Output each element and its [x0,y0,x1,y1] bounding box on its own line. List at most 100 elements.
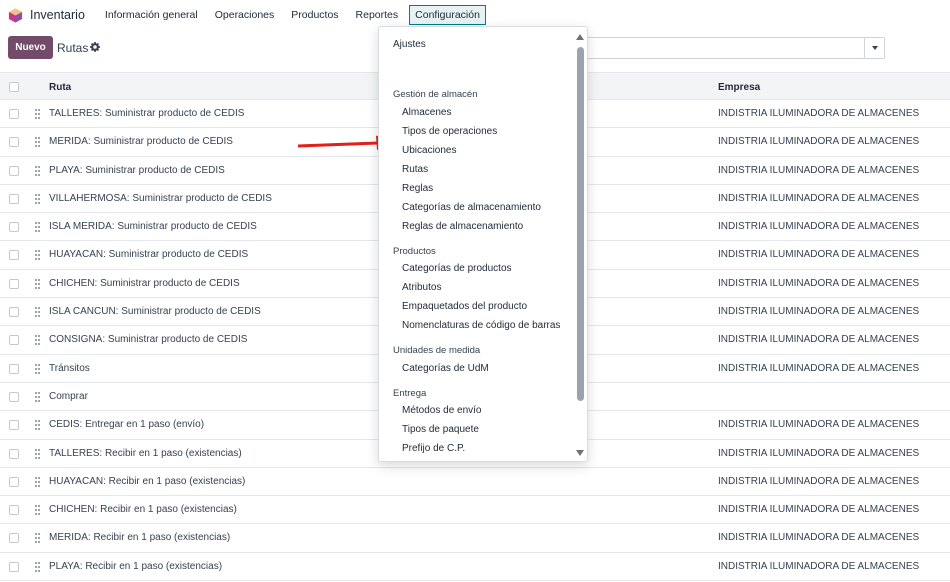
menu-item-rutas[interactable]: Rutas [402,164,428,175]
drag-handle-icon[interactable] [35,363,40,374]
menu-item-prefijo-de-c-p[interactable]: Prefijo de C.P. [402,443,465,454]
dropdown-scrollbar[interactable] [573,27,587,461]
cell-empresa: INDISTRIA ILUMINADORA DE ALMACENES [718,136,920,148]
drag-handle-icon[interactable] [35,448,40,459]
row-checkbox[interactable] [9,561,19,572]
menu-item-categorias-de-udm[interactable]: Categorías de UdM [402,363,489,374]
menu-item-metodos-de-envio[interactable]: Métodos de envío [402,405,482,416]
cell-ruta: CEDIS: Entregar en 1 paso (envío) [49,419,205,431]
cell-empresa: INDISTRIA ILUMINADORA DE ALMACENES [718,419,920,431]
scrollbar-thumb[interactable] [577,47,584,401]
row-checkbox[interactable] [9,505,19,516]
cell-ruta: PLAYA: Suministrar producto de CEDIS [49,164,225,176]
cell-empresa: INDISTRIA ILUMINADORA DE ALMACENES [718,447,920,459]
table-row[interactable]: PLAYA: Recibir en 1 paso (existencias) IN… [0,553,950,582]
drag-handle-icon[interactable] [35,165,40,176]
cell-empresa: INDISTRIA ILUMINADORA DE ALMACENES [718,560,920,572]
column-header-empresa[interactable]: Empresa [718,82,760,93]
cell-empresa: INDISTRIA ILUMINADORA DE ALMACENES [718,306,920,318]
menu-item-ajustes[interactable]: Ajustes [393,39,426,50]
gear-icon[interactable] [90,42,100,52]
menu-item-nomenclaturas-de-codigo-de-barras[interactable]: Nomenclaturas de código de barras [402,320,560,331]
app-name[interactable]: Inventario [30,8,85,22]
drag-handle-icon[interactable] [35,391,40,402]
cell-ruta: CHICHEN: Recibir en 1 paso (existencias) [49,504,237,516]
cell-ruta: TALLERES: Suministrar producto de CEDIS [49,108,245,119]
row-checkbox[interactable] [9,363,19,374]
column-header-ruta[interactable]: Ruta [49,82,71,93]
inventory-app-icon[interactable] [8,7,23,23]
row-checkbox[interactable] [9,137,19,148]
menu-item-tipos-de-paquete[interactable]: Tipos de paquete [402,424,479,435]
row-checkbox[interactable] [9,250,19,261]
drag-handle-icon[interactable] [35,476,40,487]
nav-informacion-general[interactable]: Información general [99,5,204,25]
nav-operaciones[interactable]: Operaciones [209,5,281,25]
dropdown-menu-list: Ajustes Gestión de almacén Almacenes Tipos… [379,27,575,461]
caret-down-icon [871,46,878,50]
table-row[interactable]: HUAYACAN: Recibir en 1 paso (existencias… [0,468,950,497]
drag-handle-icon[interactable] [35,250,40,261]
cell-ruta: Comprar [49,390,88,402]
cell-ruta: TALLERES: Recibir en 1 paso (existencias… [49,447,242,459]
menu-item-tipos-de-operaciones[interactable]: Tipos de operaciones [402,126,497,137]
cell-ruta: MERIDA: Suministrar producto de CEDIS [49,136,233,148]
row-checkbox[interactable] [9,278,19,289]
table-row[interactable]: CHICHEN: Recibir en 1 paso (existencias)… [0,496,950,525]
select-all-checkbox[interactable] [9,82,19,92]
cell-ruta: PLAYA: Recibir en 1 paso (existencias) [49,560,223,572]
cell-ruta: Tránsitos [49,362,90,374]
cell-ruta: HUAYACAN: Suministrar producto de CEDIS [49,249,249,261]
new-button[interactable]: Nuevo [8,36,53,59]
cell-ruta: CONSIGNA: Suministrar producto de CEDIS [49,334,248,346]
nav-reportes[interactable]: Reportes [350,5,405,25]
row-checkbox[interactable] [9,448,19,459]
row-checkbox[interactable] [9,307,19,318]
row-checkbox[interactable] [9,391,19,402]
nav-productos[interactable]: Productos [285,5,344,25]
drag-handle-icon[interactable] [35,505,40,516]
drag-handle-icon[interactable] [35,222,40,233]
drag-handle-icon[interactable] [35,307,40,318]
cell-empresa: INDISTRIA ILUMINADORA DE ALMACENES [718,504,920,516]
page-title: Rutas [57,41,89,55]
cell-empresa: INDISTRIA ILUMINADORA DE ALMACENES [718,362,920,374]
table-row[interactable]: MERIDA: Recibir en 1 paso (existencias) I… [0,524,950,553]
drag-handle-icon[interactable] [35,193,40,204]
row-checkbox[interactable] [9,420,19,431]
row-checkbox[interactable] [9,222,19,233]
drag-handle-icon[interactable] [35,278,40,289]
configuracion-dropdown: Ajustes Gestión de almacén Almacenes Tipos… [378,26,588,462]
drag-handle-icon[interactable] [35,561,40,572]
cell-empresa: INDISTRIA ILUMINADORA DE ALMACENES [718,108,920,119]
cell-ruta: CHICHEN: Suministrar producto de CEDIS [49,277,240,289]
drag-handle-icon[interactable] [35,109,40,119]
drag-handle-icon[interactable] [35,335,40,346]
menu-item-empaquetados-del-producto[interactable]: Empaquetados del producto [402,301,527,312]
drag-handle-icon[interactable] [35,533,40,544]
menu-item-reglas[interactable]: Reglas [402,183,433,194]
row-checkbox[interactable] [9,533,19,544]
row-checkbox[interactable] [9,335,19,346]
scroll-down-icon[interactable] [576,450,584,456]
search-input[interactable] [585,37,885,59]
row-checkbox[interactable] [9,165,19,176]
menu-item-categorias-de-productos[interactable]: Categorías de productos [402,263,512,274]
nav-configuracion[interactable]: Configuración [409,5,486,25]
menu-item-almacenes[interactable]: Almacenes [402,107,451,118]
row-checkbox[interactable] [9,109,19,119]
cell-empresa: INDISTRIA ILUMINADORA DE ALMACENES [718,164,920,176]
scroll-up-icon[interactable] [576,34,584,40]
menu-item-ubicaciones[interactable]: Ubicaciones [402,145,456,156]
search-options-toggle[interactable] [864,38,884,58]
row-checkbox[interactable] [9,476,19,487]
cell-ruta: ISLA MERIDA: Suministrar producto de CED… [49,221,257,233]
drag-handle-icon[interactable] [35,137,40,148]
menu-item-categorias-de-almacenamiento[interactable]: Categorías de almacenamiento [402,202,541,213]
drag-handle-icon[interactable] [35,420,40,431]
row-checkbox[interactable] [9,193,19,204]
menu-item-reglas-de-almacenamiento[interactable]: Reglas de almacenamiento [402,221,523,232]
menu-item-atributos[interactable]: Atributos [402,282,441,293]
cell-ruta: HUAYACAN: Recibir en 1 paso (existencias… [49,475,246,487]
menu-section-entrega: Entrega [393,388,427,399]
